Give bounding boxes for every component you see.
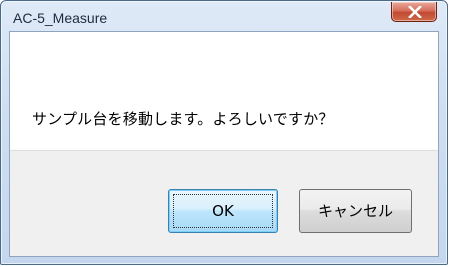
message-area: サンプル台を移動します。よろしいですか？ xyxy=(10,32,438,150)
dialog-body: サンプル台を移動します。よろしいですか？ OK キャンセル xyxy=(9,31,439,257)
ok-button[interactable]: OK xyxy=(168,189,278,233)
title-bar[interactable]: AC-5_Measure xyxy=(1,1,447,31)
close-button[interactable] xyxy=(391,2,437,22)
window-title: AC-5_Measure xyxy=(13,10,108,26)
cancel-button[interactable]: キャンセル xyxy=(299,189,412,233)
button-area: OK キャンセル xyxy=(10,150,438,256)
dialog-window: AC-5_Measure サンプル台を移動します。よろしいですか？ OK キャン… xyxy=(0,0,448,265)
ok-button-label: OK xyxy=(212,202,234,220)
close-icon xyxy=(408,6,422,18)
cancel-button-label: キャンセル xyxy=(317,202,393,220)
dialog-message: サンプル台を移動します。よろしいですか？ xyxy=(32,110,334,128)
